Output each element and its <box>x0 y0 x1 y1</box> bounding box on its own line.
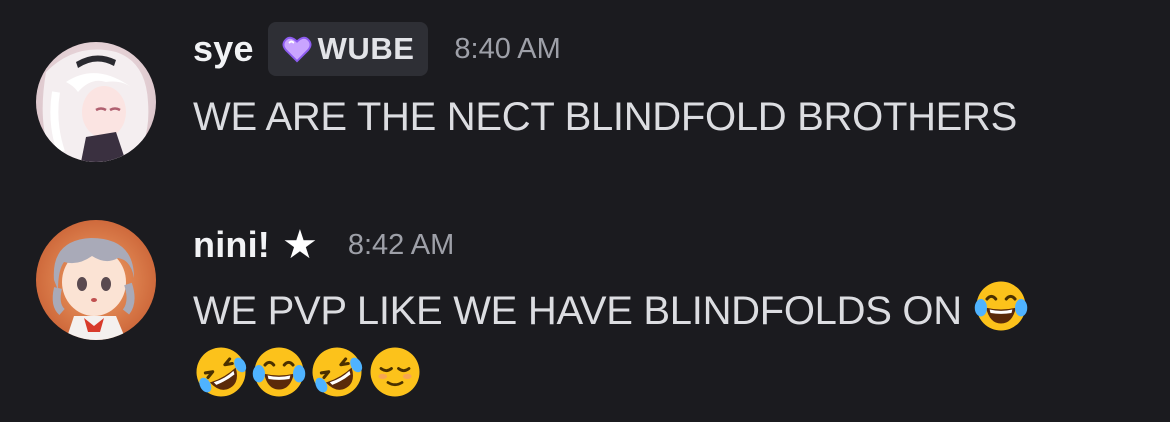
heart-icon <box>282 36 312 63</box>
message-text: WE ARE THE NECT BLINDFOLD BROTHERS <box>193 95 1018 139</box>
username[interactable]: sye <box>193 28 254 70</box>
star-badge: ★ <box>281 223 318 267</box>
anime-avatar-white-hair <box>36 42 156 162</box>
rolling-on-floor-laughing-icon[interactable] <box>193 344 249 400</box>
message-header: nini! ★ 8:42 AM <box>193 218 454 272</box>
message-content: WE ARE THE NECT BLINDFOLD BROTHERS <box>193 86 1017 148</box>
message-content: WE PVP LIKE WE HAVE BLINDFOLDS ON <box>193 278 1153 408</box>
role-tag[interactable]: WUBE <box>267 22 429 76</box>
timestamp[interactable]: 8:40 AM <box>454 33 560 66</box>
anime-avatar-grey-hair <box>36 220 156 340</box>
rolling-on-floor-laughing-icon[interactable] <box>309 344 365 400</box>
emoji-row <box>193 344 1153 408</box>
avatar[interactable] <box>36 220 156 340</box>
timestamp[interactable]: 8:42 AM <box>348 229 454 262</box>
avatar[interactable] <box>36 42 156 162</box>
message-text: WE PVP LIKE WE HAVE BLINDFOLDS ON <box>193 289 962 333</box>
message-header: sye WUBE 8:40 AM <box>193 22 561 76</box>
role-tag-label: WUBE <box>317 31 415 66</box>
face-with-tears-of-joy-icon[interactable] <box>973 278 1029 334</box>
face-with-tears-of-joy-icon[interactable] <box>251 344 307 400</box>
relieved-face-icon[interactable] <box>367 344 423 400</box>
chat-log: sye WUBE 8:40 AM WE ARE THE NECT BLINDFO… <box>0 0 1170 422</box>
username[interactable]: nini! <box>193 224 270 266</box>
